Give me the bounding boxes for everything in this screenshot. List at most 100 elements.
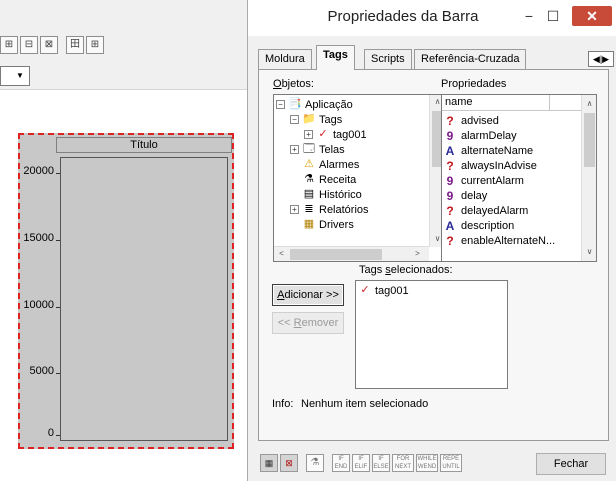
- collapse-icon[interactable]: −: [276, 100, 285, 109]
- scroll-thumb[interactable]: [584, 113, 595, 167]
- scroll-up-icon[interactable]: ∧: [582, 97, 596, 111]
- selected-tags-label: Tags selecionados:: [359, 264, 453, 276]
- ungroup-icon[interactable]: ⊞: [86, 36, 104, 54]
- expand-icon[interactable]: +: [290, 205, 299, 214]
- dialog-titlebar[interactable]: Propriedades da Barra − ☐ ✕: [248, 0, 616, 36]
- align-icon[interactable]: ⊞: [0, 36, 18, 54]
- property-item[interactable]: 9 alarmDelay: [445, 128, 517, 143]
- tree-item[interactable]: + ✓ tag001: [304, 127, 367, 142]
- collapse-icon[interactable]: −: [290, 115, 299, 124]
- property-item[interactable]: A description: [445, 218, 515, 233]
- y-tick-label: 5000: [29, 365, 54, 377]
- application-icon: 📑: [288, 98, 302, 110]
- property-item[interactable]: ? advised: [445, 113, 499, 128]
- property-item[interactable]: 9 delay: [445, 188, 488, 203]
- for-next-icon[interactable]: FOR NEXT: [392, 454, 414, 472]
- while-wend-icon[interactable]: WHILE WEND: [416, 454, 438, 472]
- dialog-title: Propriedades da Barra: [327, 8, 479, 25]
- info-label: Info:: [272, 398, 294, 410]
- objects-label: Objetos:: [273, 78, 314, 90]
- distribute-icon[interactable]: ⊟: [20, 36, 38, 54]
- close-window-button[interactable]: ✕: [572, 6, 612, 26]
- y-tick-label: 10000: [23, 299, 54, 311]
- y-tick-mark: [56, 173, 60, 174]
- tab-bar: Moldura Tags Scripts Referência-Cruzada …: [258, 45, 614, 70]
- minimize-button[interactable]: −: [518, 6, 540, 26]
- tree-item[interactable]: − 📑 Aplicação: [276, 97, 353, 112]
- y-tick-label: 20000: [23, 165, 54, 177]
- alarm-icon: ⚠: [304, 158, 314, 170]
- properties-vertical-scrollbar[interactable]: ∧ ∨: [581, 95, 596, 261]
- tab-scripts[interactable]: Scripts: [364, 49, 412, 69]
- tab-scroll-arrows[interactable]: ◀|▶: [588, 51, 614, 67]
- property-item[interactable]: 9 currentAlarm: [445, 173, 524, 188]
- property-item[interactable]: ? alwaysInAdvise: [445, 158, 537, 173]
- bar-properties-dialog: Propriedades da Barra − ☐ ✕ Moldura Tags…: [247, 0, 616, 481]
- recipe-icon: ⚗: [304, 173, 314, 185]
- boolean-type-icon: ?: [446, 113, 454, 128]
- objects-tree[interactable]: − 📑 Aplicação − 📁 Tags + ✓ tag001 + 🗔 Te…: [273, 94, 445, 262]
- tree-item[interactable]: ⚗ Receita: [290, 172, 356, 187]
- properties-label: Propriedades: [441, 78, 507, 90]
- group-icon[interactable]: 田: [66, 36, 84, 54]
- folder-icon: 📁: [302, 113, 316, 125]
- property-item[interactable]: A alternateName: [445, 143, 534, 158]
- properties-list[interactable]: name ? advised 9 alarmDelay A alternateN…: [441, 94, 597, 262]
- number-type-icon: 9: [446, 128, 454, 143]
- grid-view-icon[interactable]: ▦: [260, 454, 278, 472]
- if-else-icon[interactable]: IF ELSE: [372, 454, 390, 472]
- reports-icon: ≣: [304, 203, 314, 215]
- scroll-right-icon[interactable]: >: [410, 247, 425, 261]
- toolbar-group-2: 田 ⊞: [66, 36, 106, 58]
- screens-icon: 🗔: [303, 143, 315, 155]
- add-button[interactable]: Adicionar >>: [272, 284, 344, 306]
- properties-header[interactable]: name: [442, 95, 583, 111]
- tag-check-icon: ✓: [318, 128, 328, 140]
- number-type-icon: 9: [446, 173, 454, 188]
- chart-plot-area: [60, 157, 228, 441]
- tab-tags[interactable]: Tags: [316, 45, 355, 70]
- y-tick-mark: [56, 307, 60, 308]
- tree-item[interactable]: + ≣ Relatórios: [290, 202, 369, 217]
- column-header-name[interactable]: name: [442, 95, 550, 111]
- script-toolbar: ▦ ⊠ ⚗ IF END IF ELIF IF ELSE FOR NEXT WH…: [248, 446, 616, 481]
- list-item[interactable]: ✓ tag001: [358, 283, 408, 298]
- scroll-left-icon[interactable]: <: [274, 247, 289, 261]
- y-tick-mark: [56, 435, 60, 436]
- info-value: Nenhum item selecionado: [301, 398, 429, 410]
- property-item[interactable]: ? delayedAlarm: [445, 203, 528, 218]
- tree-horizontal-scrollbar[interactable]: < >: [274, 246, 429, 261]
- table-icon[interactable]: ⊠: [280, 454, 298, 472]
- scroll-thumb[interactable]: [290, 249, 382, 260]
- string-type-icon: A: [445, 143, 455, 158]
- if-end-icon[interactable]: IF END: [332, 454, 350, 472]
- y-tick-mark: [56, 373, 60, 374]
- chevron-down-icon[interactable]: ▼: [13, 69, 27, 83]
- property-item[interactable]: ? enableAlternateN...: [445, 233, 555, 248]
- tag-check-icon: ✓: [360, 284, 370, 296]
- y-tick-label: 15000: [23, 232, 54, 244]
- y-tick-label: 0: [47, 427, 54, 439]
- maximize-button[interactable]: ☐: [542, 6, 564, 26]
- tree-item[interactable]: ▦ Drivers: [290, 217, 354, 232]
- boolean-type-icon: ?: [446, 158, 454, 173]
- expand-icon[interactable]: +: [290, 145, 299, 154]
- repeat-until-icon[interactable]: REPE UNTIL: [440, 454, 462, 472]
- expand-icon[interactable]: +: [304, 130, 313, 139]
- tree-item[interactable]: ⚠ Alarmes: [290, 157, 359, 172]
- toolbar-group-1: ⊞ ⊟ ⊠: [0, 36, 60, 58]
- function-icon[interactable]: ⚗: [306, 454, 324, 472]
- tree-item[interactable]: + 🗔 Telas: [290, 142, 345, 157]
- tab-moldura[interactable]: Moldura: [258, 49, 312, 69]
- toolbar-combo[interactable]: ▼: [0, 66, 30, 86]
- tree-item[interactable]: − 📁 Tags: [290, 112, 342, 127]
- bar-chart-object[interactable]: Título 20000 15000 10000 5000 0: [18, 133, 234, 449]
- tab-referencia-cruzada[interactable]: Referência-Cruzada: [414, 49, 527, 69]
- grid-icon[interactable]: ⊠: [40, 36, 58, 54]
- close-button[interactable]: Fechar: [536, 453, 606, 475]
- selected-tags-list[interactable]: ✓ tag001: [355, 280, 508, 389]
- tree-item[interactable]: ▤ Histórico: [290, 187, 362, 202]
- if-elif-icon[interactable]: IF ELIF: [352, 454, 370, 472]
- remove-button[interactable]: << Remover: [272, 312, 344, 334]
- scroll-down-icon[interactable]: ∨: [582, 245, 596, 259]
